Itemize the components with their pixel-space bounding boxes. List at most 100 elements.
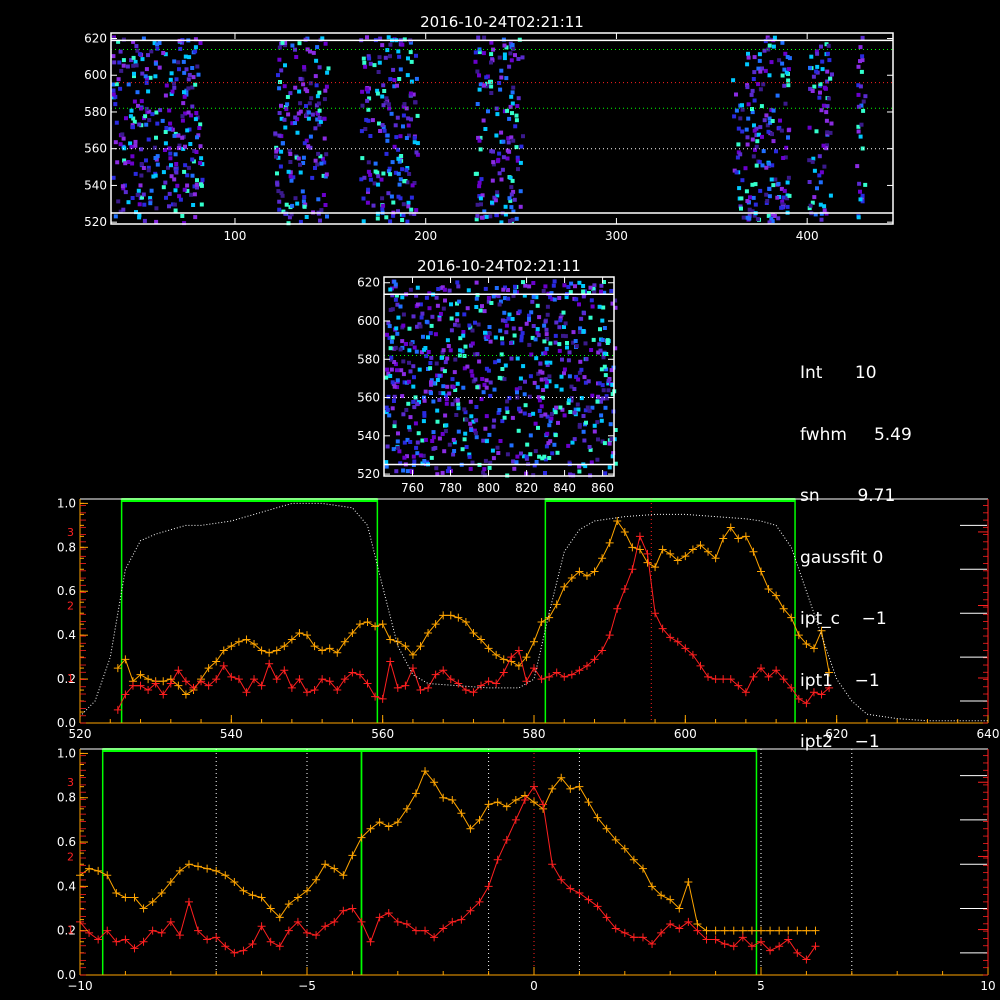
data-point (348, 904, 357, 913)
heat-pixel (511, 85, 516, 90)
heat-pixel (324, 84, 329, 89)
y-tick-label: 0.0 (57, 716, 76, 730)
heat-pixel (481, 390, 486, 395)
heat-pixel (817, 95, 822, 100)
heat-pixel (380, 43, 385, 48)
heat-pixel (290, 43, 295, 48)
heat-pixel (190, 66, 195, 70)
heat-pixel (401, 359, 406, 364)
heat-pixel (275, 171, 279, 176)
heat-pixel (767, 187, 772, 191)
heat-pixel (168, 77, 173, 82)
heat-pixel (489, 84, 494, 89)
heat-pixel (288, 160, 293, 164)
heat-pixel (385, 408, 390, 412)
heat-pixel (462, 354, 467, 358)
heat-pixel (400, 167, 405, 172)
data-point (378, 694, 387, 703)
heat-pixel (477, 180, 482, 185)
heat-pixel (419, 315, 424, 320)
heat-pixel (753, 202, 758, 207)
heat-pixel (440, 470, 445, 475)
heat-pixel (295, 201, 300, 206)
heat-pixel (443, 298, 447, 303)
heat-pixel (538, 361, 543, 366)
heat-pixel (309, 96, 314, 101)
heat-pixel (558, 405, 563, 410)
heat-pixel (554, 405, 559, 410)
x-tick-label: 780 (439, 481, 462, 495)
right-axis-label: 1 (67, 672, 74, 685)
heat-pixel (389, 367, 394, 372)
heat-pixel (860, 58, 865, 63)
heat-pixel (146, 137, 151, 142)
heat-pixel (504, 330, 509, 335)
heat-pixel (474, 305, 479, 309)
data-point (584, 895, 593, 904)
heat-pixel (492, 418, 497, 423)
data-point (272, 646, 281, 655)
heat-pixel (565, 345, 569, 350)
heat-pixel (391, 447, 396, 452)
heat-pixel (301, 155, 306, 160)
heat-pixel (323, 88, 328, 93)
heat-pixel (754, 144, 759, 149)
heat-pixel (819, 44, 823, 49)
heat-pixel (455, 318, 460, 323)
heat-pixel (545, 304, 550, 309)
data-point (393, 683, 402, 692)
heat-pixel (376, 70, 381, 74)
data-point (720, 939, 729, 948)
heat-pixel (433, 332, 438, 337)
heat-pixel (434, 466, 439, 471)
data-point (702, 926, 711, 935)
info-sn: sn 9.71 (800, 486, 896, 506)
heat-pixel (397, 77, 402, 81)
heat-pixel (280, 40, 285, 45)
data-point (658, 545, 667, 554)
heat-pixel (579, 396, 584, 401)
heat-pixel (596, 394, 601, 399)
heat-pixel (861, 108, 866, 113)
heat-pixel (599, 289, 603, 294)
data-point (159, 677, 168, 686)
heat-pixel (481, 470, 486, 475)
heat-pixel (464, 445, 469, 449)
heat-pixel (447, 288, 452, 293)
heat-pixel (384, 215, 389, 220)
heat-pixel (148, 201, 153, 206)
heat-pixel (752, 55, 757, 60)
heat-pixel (198, 144, 203, 149)
heat-pixel (588, 285, 593, 290)
heat-pixel (298, 101, 303, 106)
heat-pixel (146, 168, 151, 173)
heat-pixel (404, 106, 409, 111)
y-tick-label: 620 (357, 276, 380, 290)
heat-pixel (856, 129, 861, 134)
heat-pixel (385, 48, 390, 53)
heat-pixel (386, 102, 391, 107)
data-point (784, 926, 793, 935)
heat-pixel (509, 58, 514, 63)
heat-pixel (154, 206, 159, 211)
heat-pixel (126, 200, 131, 205)
heat-pixel (500, 167, 505, 172)
heat-pixel (277, 45, 282, 50)
heat-pixel (581, 429, 586, 434)
heat-pixel (422, 347, 427, 352)
heat-pixel (137, 122, 142, 127)
heat-pixel (509, 341, 513, 345)
heat-pixel (456, 429, 461, 434)
heat-pixel (822, 164, 827, 169)
data-point (103, 871, 112, 880)
heat-pixel (429, 391, 433, 396)
heat-pixel (462, 407, 467, 412)
heat-pixel (605, 396, 610, 401)
heat-pixel (505, 399, 510, 404)
heat-pixel (163, 93, 168, 98)
heat-pixel (509, 356, 514, 361)
heat-pixel (581, 329, 586, 334)
data-point (159, 690, 168, 699)
heat-pixel (771, 139, 776, 144)
heat-pixel (411, 454, 416, 459)
